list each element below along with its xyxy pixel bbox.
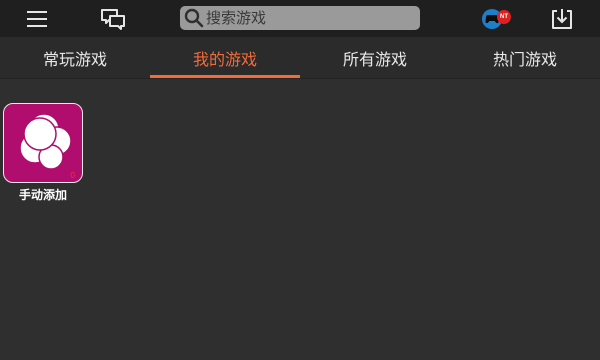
download-icon [552,9,572,29]
chat-icon [101,9,125,30]
game-icon: 0 [3,103,83,183]
game-label: 手动添加 [18,188,67,202]
notification-badge: NT [497,10,511,24]
tab-label: 热门游戏 [492,49,557,69]
tab-label: 我的游戏 [192,49,257,69]
menu-button[interactable] [24,6,50,32]
gamepad-button[interactable]: NT [474,6,514,32]
tab-bar: 常玩游戏 我的游戏 所有游戏 热门游戏 [0,37,600,79]
game-count: 0 [70,171,75,180]
tab-frequent-games[interactable]: 常玩游戏 [0,37,150,78]
tab-label: 所有游戏 [342,49,407,69]
menu-icon [27,11,47,27]
chat-button[interactable] [100,6,126,32]
tab-all-games[interactable]: 所有游戏 [300,37,450,78]
search-icon [184,8,204,28]
tab-label: 常玩游戏 [42,49,107,69]
tab-my-games[interactable]: 我的游戏 [150,37,300,78]
tab-hot-games[interactable]: 热门游戏 [450,37,600,78]
top-bar: NT [0,0,600,37]
search-input[interactable] [204,9,406,27]
game-grid: 0 手动添加 [0,79,600,360]
game-tile-add-manually[interactable]: 0 手动添加 [3,103,83,203]
download-button[interactable] [549,6,575,32]
search-bar[interactable] [180,6,420,30]
active-tab-indicator [150,75,300,78]
